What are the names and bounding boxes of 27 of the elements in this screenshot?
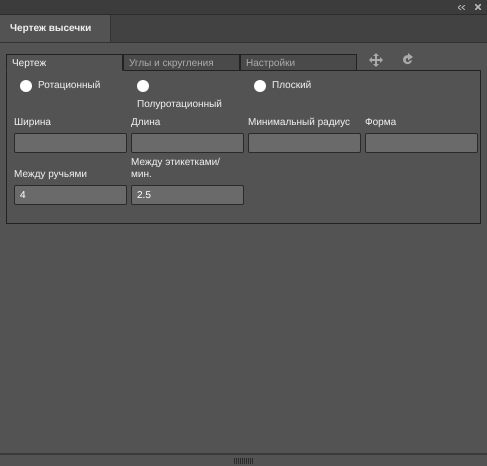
radio-label: Полуротационный — [137, 99, 222, 111]
radio-label: Плоский — [272, 80, 312, 92]
radio-label: Ротационный — [38, 80, 100, 92]
radio-button[interactable] — [137, 80, 149, 92]
radio-button[interactable] — [20, 80, 32, 92]
input-field[interactable] — [131, 133, 244, 153]
field-label: Минимальный радиус — [248, 117, 352, 129]
tab[interactable]: Углы и скругления — [123, 54, 240, 71]
tab[interactable]: Настройки — [240, 54, 357, 71]
input-field[interactable]: 2.5 — [131, 185, 244, 205]
move-icon[interactable] — [369, 53, 383, 67]
resize-grip-icon[interactable] — [234, 458, 253, 464]
input-field[interactable] — [14, 133, 127, 153]
field-label: Форма — [365, 117, 398, 129]
field-label: Длина — [131, 117, 162, 129]
redo-icon[interactable] — [401, 53, 415, 66]
input-field[interactable]: 4 — [14, 185, 127, 205]
tab[interactable]: Чертеж — [6, 54, 123, 71]
radio-button[interactable] — [254, 80, 266, 92]
close-icon[interactable] — [475, 4, 481, 10]
field-label: Между этикетками/ мин. — [131, 157, 221, 181]
input-field[interactable] — [248, 133, 361, 153]
field-label: Ширина — [14, 117, 52, 129]
input-field[interactable] — [365, 133, 478, 153]
panel-tab[interactable]: Чертеж высечки — [0, 15, 111, 42]
field-label: Между ручьями — [14, 169, 88, 181]
collapse-icon[interactable] — [458, 4, 465, 10]
